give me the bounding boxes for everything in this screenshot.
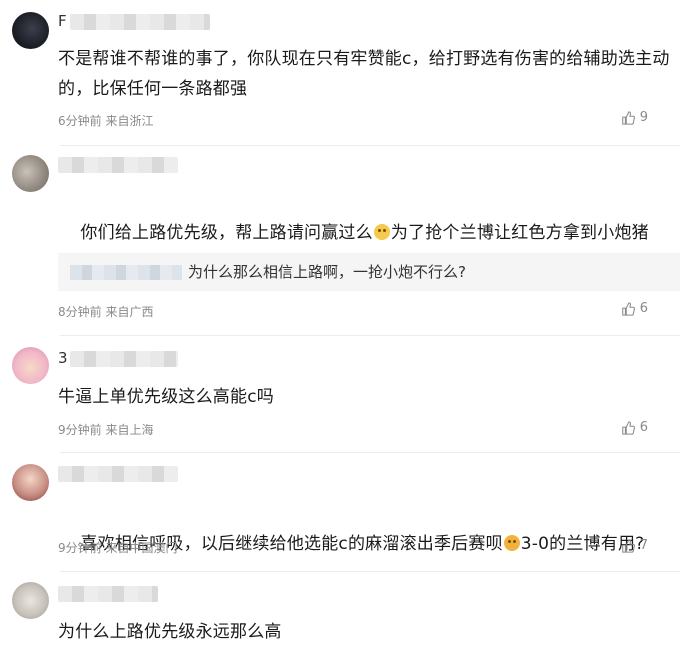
thumbs-up-icon	[621, 110, 635, 125]
like-button[interactable]: 7	[621, 538, 648, 553]
avatar[interactable]	[12, 347, 49, 384]
divider	[60, 145, 680, 146]
like-count: 7	[639, 538, 648, 553]
divider	[60, 571, 680, 572]
avatar[interactable]	[12, 582, 49, 619]
quoted-text: 为什么那么相信上路啊，一抢小炮不行么?	[188, 263, 466, 281]
smile-emoji-icon	[373, 224, 390, 240]
like-count: 9	[639, 110, 648, 125]
thumbs-up-icon	[621, 301, 635, 316]
divider	[60, 335, 680, 336]
username[interactable]: F	[58, 12, 67, 30]
like-button[interactable]: 6	[621, 420, 648, 435]
like-button[interactable]: 9	[621, 110, 648, 125]
comment-meta: 9分钟前 来自上海	[58, 423, 154, 437]
avatar[interactable]	[12, 155, 49, 192]
laugh-emoji-icon	[503, 535, 520, 551]
comment-text-part: 你们给上路优先级，帮上路请问赢过么	[80, 223, 373, 243]
username-blurred	[58, 157, 178, 173]
thumbs-up-icon	[621, 420, 635, 435]
divider	[60, 452, 680, 453]
like-count: 6	[639, 420, 648, 435]
username-blurred	[58, 586, 158, 602]
comment-meta: 9分钟前 来自中国澳门	[58, 541, 178, 555]
thumbs-up-icon	[621, 538, 635, 553]
avatar[interactable]	[12, 12, 49, 49]
comment-text: 牛逼上单优先级这么高能c吗	[58, 387, 274, 407]
like-button[interactable]: 6	[621, 301, 648, 316]
username-blurred	[70, 351, 178, 367]
username-blurred	[70, 14, 210, 30]
comment-text: 为什么上路优先级永远那么高	[58, 622, 282, 642]
avatar[interactable]	[12, 464, 49, 501]
username-blurred	[58, 466, 178, 482]
quoted-reply[interactable]: 为什么那么相信上路啊，一抢小炮不行么?	[58, 253, 680, 291]
comment-text: 不是帮谁不帮谁的事了，你队现在只有牢赞能c，给打野选有伤害的给辅助选主动的，比保…	[58, 49, 670, 99]
comment-meta: 8分钟前 来自广西	[58, 305, 154, 319]
username[interactable]: 3	[58, 349, 68, 367]
like-count: 6	[639, 301, 648, 316]
comment-meta: 6分钟前 来自浙江	[58, 114, 154, 128]
quoted-username-blurred	[70, 265, 182, 280]
